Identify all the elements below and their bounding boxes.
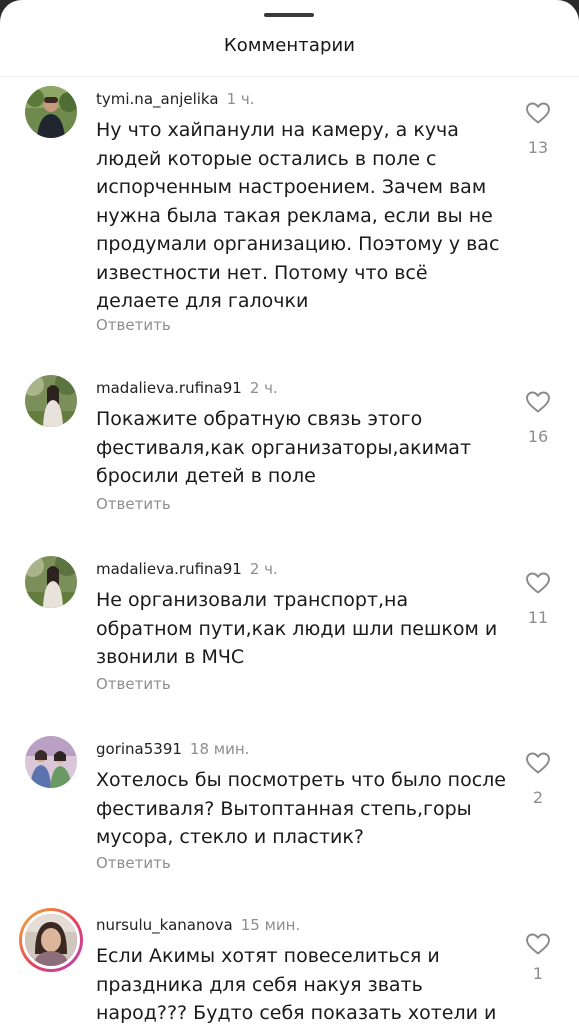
reply-button[interactable]: Ответить [96, 675, 171, 693]
heart-icon [526, 933, 550, 955]
like-count: 11 [527, 608, 549, 627]
like-button[interactable] [525, 751, 551, 775]
reply-button[interactable]: Ответить [96, 316, 171, 334]
comment-time: 15 мин. [240, 916, 301, 934]
reply-button[interactable]: Ответить [96, 854, 171, 872]
comment-time: 2 ч. [249, 560, 278, 578]
heart-icon [526, 102, 550, 124]
avatar-photo [25, 736, 77, 788]
heart-icon [526, 391, 550, 413]
avatar-photo [25, 914, 77, 966]
avatar[interactable] [25, 556, 77, 608]
like-button[interactable] [525, 390, 551, 414]
reply-button[interactable]: Ответить [96, 495, 171, 513]
comment-username[interactable]: madalieva.rufina91 [96, 379, 242, 397]
comment-text: Покажите обратную связь этого фестиваля,… [96, 408, 472, 487]
like-button[interactable] [525, 101, 551, 125]
like-button[interactable] [525, 932, 551, 956]
like-count: 13 [527, 138, 549, 157]
comment-username[interactable]: gorina5391 [96, 740, 182, 758]
avatar[interactable] [25, 736, 77, 788]
avatar-photo [25, 86, 77, 138]
comment-text: Если Акимы хотят повеселиться и праздник… [96, 945, 497, 1024]
comment-time: 18 мин. [189, 740, 250, 758]
avatar-photo [25, 375, 77, 427]
like-button[interactable] [525, 571, 551, 595]
comment-username[interactable]: tymi.na_anjelika [96, 90, 219, 108]
drag-handle[interactable] [264, 13, 314, 17]
comment-text: Ну что хайпанули на камеру, а куча людей… [96, 119, 500, 312]
comment-username[interactable]: nursulu_kananova [96, 916, 233, 934]
comments-sheet: Комментарии tymi.na_anjelika 1 ч. Ну что … [0, 0, 579, 1024]
like-count: 16 [527, 427, 549, 446]
header-divider [0, 76, 579, 77]
like-count: 1 [532, 964, 544, 983]
avatar[interactable] [19, 908, 83, 972]
comment-text: Хотелось бы посмотреть что было после фе… [96, 769, 506, 848]
comment-time: 1 ч. [226, 90, 255, 108]
heart-icon [526, 752, 550, 774]
comment-username[interactable]: madalieva.rufina91 [96, 560, 242, 578]
comment-time: 2 ч. [249, 379, 278, 397]
avatar[interactable] [25, 375, 77, 427]
avatar[interactable] [25, 86, 77, 138]
avatar-photo [25, 556, 77, 608]
comment-text: Не организовали транспорт,на обратном пу… [96, 589, 498, 668]
like-count: 2 [532, 788, 544, 807]
heart-icon [526, 572, 550, 594]
sheet-title: Комментарии [223, 35, 356, 56]
